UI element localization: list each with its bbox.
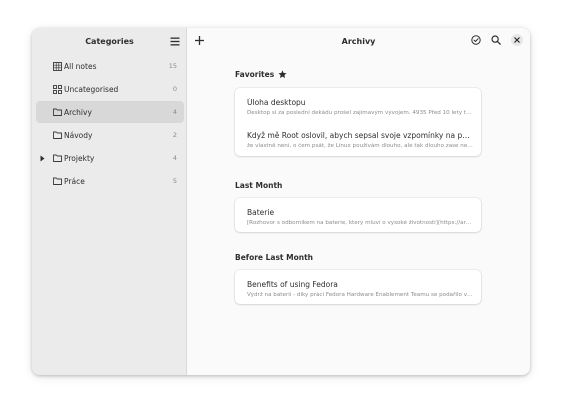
header-bar: Archivy xyxy=(187,28,530,54)
sidebar-title: Categories xyxy=(85,37,134,46)
category-item-projekty[interactable]: Projekty 4 xyxy=(36,147,184,169)
close-icon xyxy=(514,37,520,43)
folder-icon xyxy=(53,154,62,163)
category-count: 15 xyxy=(168,62,177,70)
folder-icon xyxy=(53,108,62,117)
section-title-favorites: Favorites xyxy=(235,70,287,79)
notes-view: Archivy Favorites Úloha desktopu Desktop… xyxy=(187,28,530,375)
category-item-navody[interactable]: Návody 2 xyxy=(36,124,184,146)
select-mode-button[interactable] xyxy=(470,34,482,46)
category-item-uncategorised[interactable]: Uncategorised 0 xyxy=(36,78,184,100)
before-last-month-card: Benefits of using Fedora Výdrž na bateri… xyxy=(235,270,481,304)
category-label: Projekty xyxy=(64,153,95,163)
folder-icon xyxy=(53,131,62,140)
folder-icon xyxy=(53,177,62,186)
note-preview: Desktop si za poslední dekádu prošel zaj… xyxy=(247,110,473,116)
note-title: Benefits of using Fedora xyxy=(247,280,338,289)
category-label: All notes xyxy=(64,61,97,71)
main-menu-button[interactable] xyxy=(169,35,181,47)
category-item-prace[interactable]: Práce 5 xyxy=(36,170,184,192)
category-item-archivy[interactable]: Archivy 4 xyxy=(36,101,184,123)
search-icon xyxy=(491,35,501,45)
note-title: Úloha desktopu xyxy=(247,98,306,107)
category-label: Návody xyxy=(64,130,93,140)
app-window: Categories All notes 15 Uncategorised 0 … xyxy=(32,28,530,375)
section-title-before-last-month: Before Last Month xyxy=(235,253,313,262)
note-title: Baterie xyxy=(247,208,275,217)
star-icon xyxy=(278,70,287,79)
note-item[interactable]: Když mě Root oslovil, abych sepsal svoje… xyxy=(235,122,481,156)
category-label: Archivy xyxy=(64,107,92,117)
last-month-card: Baterie [Rozhovor s odborníkem na bateri… xyxy=(235,198,481,232)
category-list: All notes 15 Uncategorised 0 Archivy 4 N… xyxy=(36,55,184,193)
search-button[interactable] xyxy=(490,34,502,46)
close-button[interactable] xyxy=(511,34,523,46)
hamburger-menu-icon xyxy=(170,37,180,45)
sidebar: Categories All notes 15 Uncategorised 0 … xyxy=(32,28,187,375)
category-item-all-notes[interactable]: All notes 15 xyxy=(36,55,184,77)
note-preview: [Rozhovor s odborníkem na baterie, který… xyxy=(247,220,473,226)
favorites-card: Úloha desktopu Desktop si za poslední de… xyxy=(235,88,481,156)
note-preview: že vlastně není, o čem psát, že Linux po… xyxy=(247,143,473,149)
note-item[interactable]: Úloha desktopu Desktop si za poslední de… xyxy=(235,88,481,122)
category-label: Uncategorised xyxy=(64,84,119,94)
note-title: Když mě Root oslovil, abych sepsal svoje… xyxy=(247,131,473,140)
check-circle-icon xyxy=(471,35,481,45)
category-count: 5 xyxy=(172,177,177,185)
category-count: 4 xyxy=(172,154,177,162)
note-item[interactable]: Benefits of using Fedora Výdrž na bateri… xyxy=(235,270,481,304)
expand-arrow-icon[interactable] xyxy=(39,154,45,162)
uncategorised-icon xyxy=(53,84,62,94)
note-item[interactable]: Baterie [Rozhovor s odborníkem na bateri… xyxy=(235,198,481,232)
category-count: 0 xyxy=(172,85,177,93)
section-title-label: Favorites xyxy=(235,70,275,79)
all-notes-icon xyxy=(53,61,62,71)
note-preview: Výdrž na baterii - díky práci Fedora Har… xyxy=(247,292,473,298)
section-title-last-month: Last Month xyxy=(235,181,283,190)
sidebar-header: Categories xyxy=(32,28,186,54)
category-label: Práce xyxy=(64,176,85,186)
category-count: 4 xyxy=(172,108,177,116)
category-count: 2 xyxy=(172,131,177,139)
